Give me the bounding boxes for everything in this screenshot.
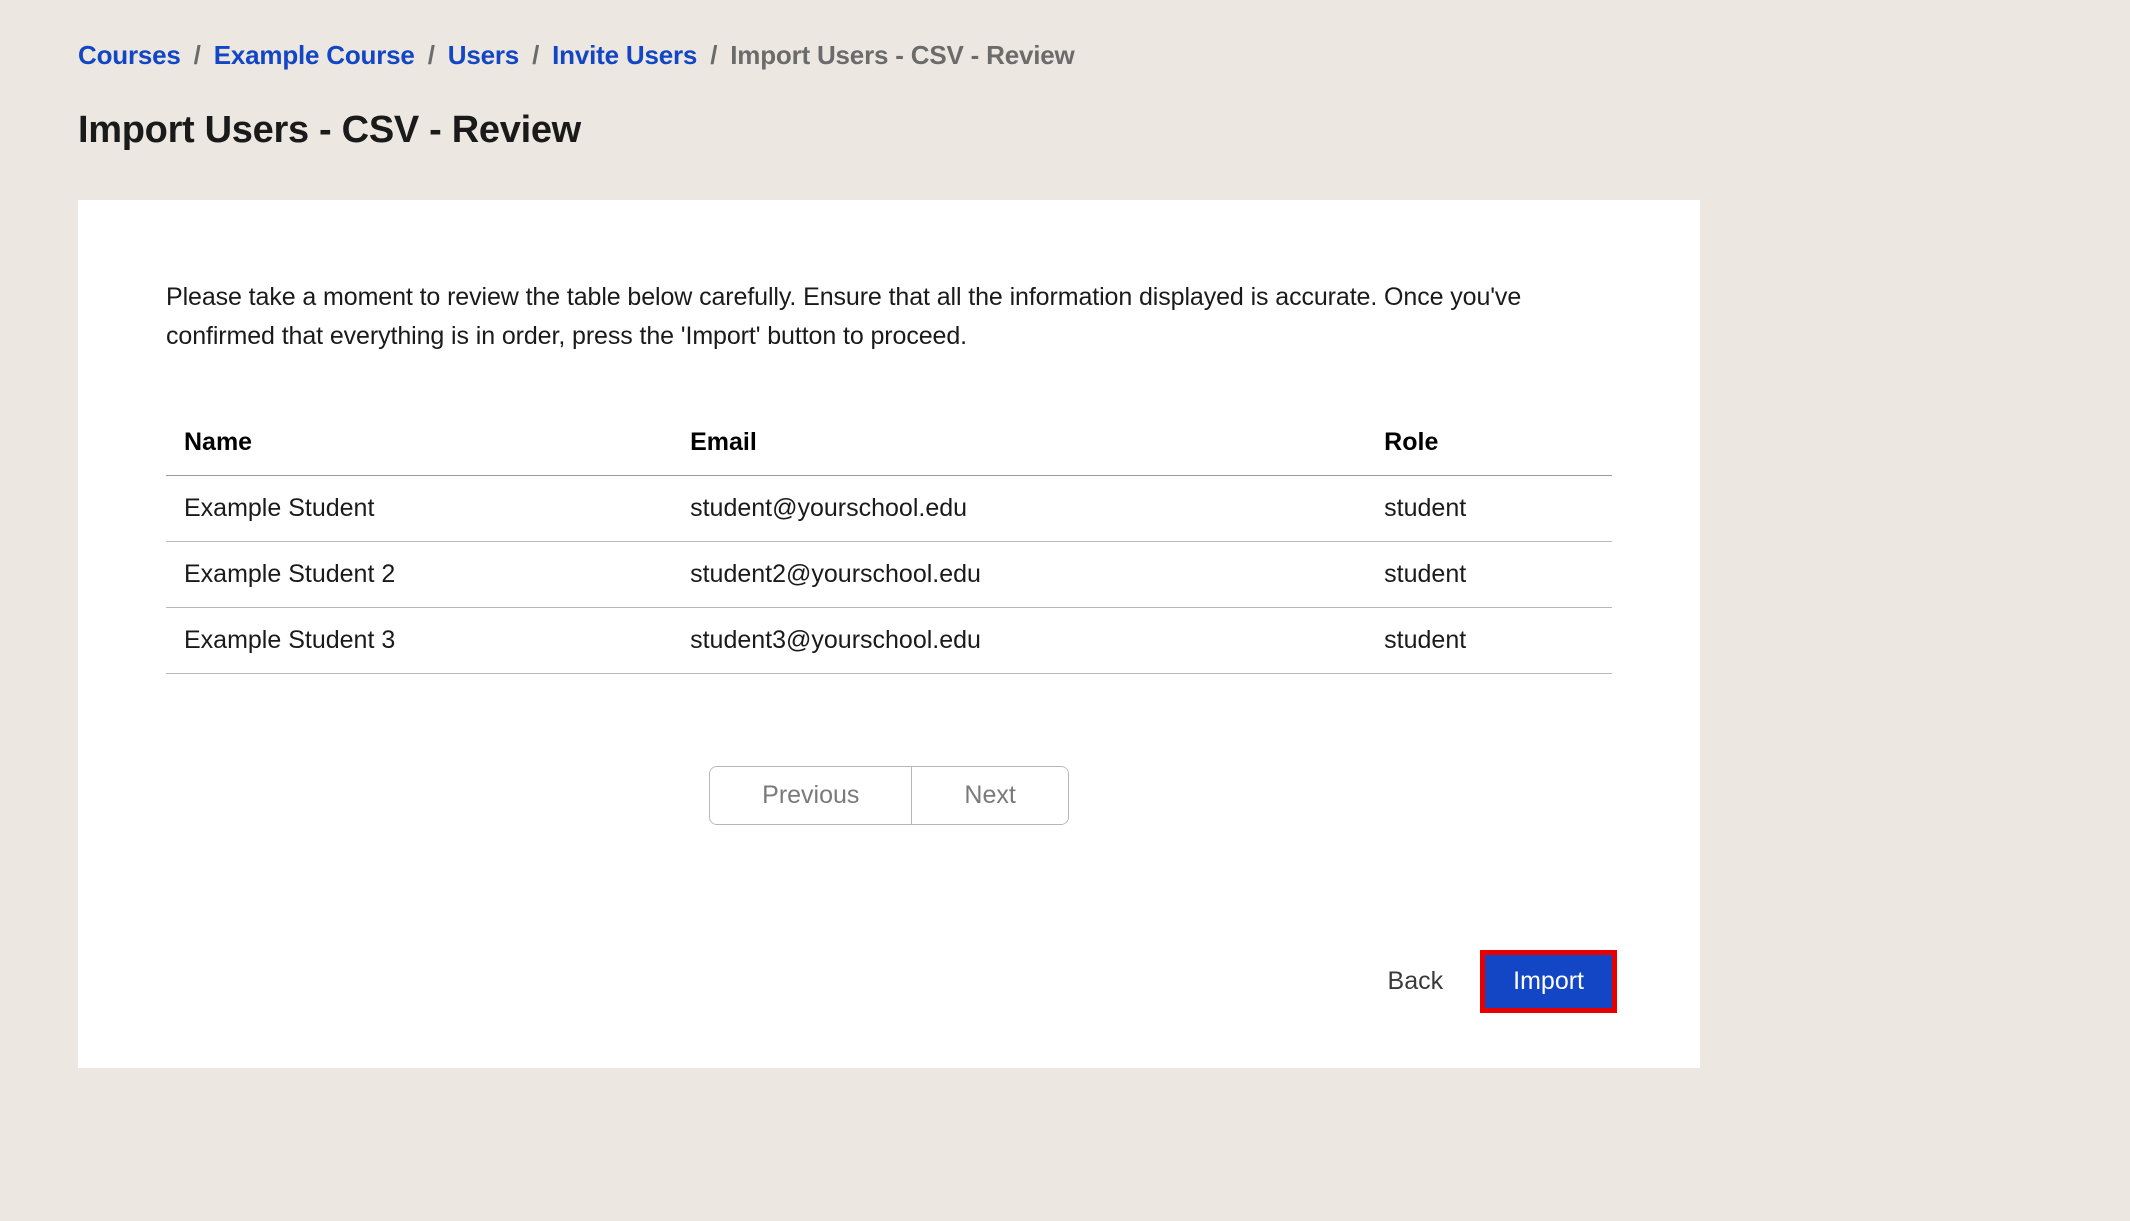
import-button[interactable]: Import	[1485, 955, 1612, 1008]
table-row: Example Student 3 student3@yourschool.ed…	[166, 607, 1612, 673]
breadcrumb-invite-users[interactable]: Invite Users	[552, 40, 697, 70]
cell-role: student	[1366, 475, 1612, 541]
page-title: Import Users - CSV - Review	[78, 109, 2052, 152]
intro-text: Please take a moment to review the table…	[166, 278, 1612, 356]
table-row: Example Student student@yourschool.edu s…	[166, 475, 1612, 541]
review-card: Please take a moment to review the table…	[78, 200, 1700, 1068]
breadcrumb-courses[interactable]: Courses	[78, 40, 181, 70]
breadcrumb: Courses / Example Course / Users / Invit…	[78, 40, 2052, 71]
cell-name: Example Student	[166, 475, 672, 541]
breadcrumb-separator: /	[428, 40, 435, 70]
breadcrumb-current: Import Users - CSV - Review	[730, 40, 1074, 70]
breadcrumb-users[interactable]: Users	[448, 40, 519, 70]
cell-name: Example Student 2	[166, 541, 672, 607]
cell-role: student	[1366, 607, 1612, 673]
next-button[interactable]: Next	[912, 767, 1067, 824]
cell-name: Example Student 3	[166, 607, 672, 673]
cell-email: student@yourschool.edu	[672, 475, 1366, 541]
review-table: Name Email Role Example Student student@…	[166, 414, 1612, 674]
breadcrumb-separator: /	[710, 40, 717, 70]
back-button[interactable]: Back	[1374, 957, 1458, 1006]
previous-button[interactable]: Previous	[710, 767, 912, 824]
cell-email: student2@yourschool.edu	[672, 541, 1366, 607]
breadcrumb-separator: /	[194, 40, 201, 70]
table-header-row: Name Email Role	[166, 414, 1612, 476]
cell-email: student3@yourschool.edu	[672, 607, 1366, 673]
pagination: Previous Next	[166, 766, 1612, 825]
footer-buttons: Back Import	[166, 955, 1612, 1008]
breadcrumb-separator: /	[532, 40, 539, 70]
table-row: Example Student 2 student2@yourschool.ed…	[166, 541, 1612, 607]
cell-role: student	[1366, 541, 1612, 607]
col-header-email: Email	[672, 414, 1366, 476]
col-header-name: Name	[166, 414, 672, 476]
col-header-role: Role	[1366, 414, 1612, 476]
breadcrumb-example-course[interactable]: Example Course	[214, 40, 415, 70]
